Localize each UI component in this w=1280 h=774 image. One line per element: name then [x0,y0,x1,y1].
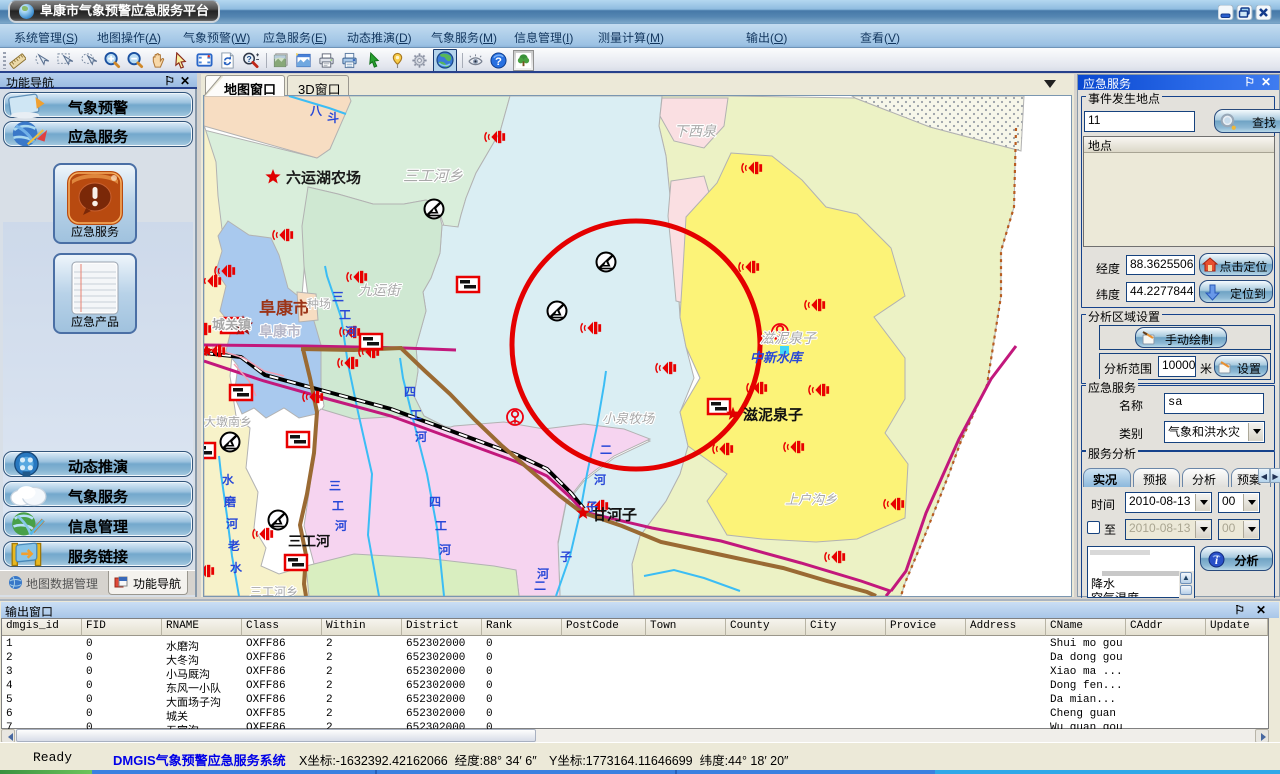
svg-text:滋泥泉子: 滋泥泉子 [760,328,817,348]
svg-text:?: ? [495,56,502,68]
svg-text:子: 子 [586,498,598,515]
svg-text:三工河乡: 三工河乡 [403,165,463,186]
svg-text:城关镇: 城关镇 [212,314,251,333]
svg-text:三工河乡: 三工河乡 [250,583,298,596]
svg-text:二: 二 [600,441,612,458]
svg-text:?: ? [246,54,251,64]
svg-text:四: 四 [404,383,416,400]
svg-text:二: 二 [534,577,546,594]
svg-text:三: 三 [332,288,344,305]
svg-text:磨: 磨 [223,493,237,510]
svg-text:种场: 种场 [307,295,331,312]
svg-text:小泉牧场: 小泉牧场 [602,408,655,427]
svg-text:工: 工 [410,406,422,423]
svg-text:工: 工 [339,306,351,323]
svg-text:四: 四 [429,493,441,510]
svg-text:中新水库: 中新水库 [750,347,805,366]
svg-text:三: 三 [329,477,341,494]
svg-text:水: 水 [222,471,235,488]
svg-text:阜康市: 阜康市 [259,294,310,319]
svg-text:水: 水 [230,559,243,576]
svg-text:河: 河 [345,323,357,340]
svg-text:老: 老 [227,537,240,554]
svg-text:河: 河 [335,517,347,534]
svg-text:河: 河 [439,541,451,558]
svg-text:子: 子 [560,548,572,565]
svg-text:斗: 斗 [327,109,339,126]
svg-text:工: 工 [435,517,447,534]
svg-text:河: 河 [594,471,606,488]
svg-text:八: 八 [309,102,323,119]
svg-text:阜康市: 阜康市 [259,321,301,341]
svg-text:工: 工 [332,497,344,514]
svg-text:河: 河 [226,515,238,532]
svg-text:滋泥泉子: 滋泥泉子 [743,404,803,425]
svg-text:河: 河 [415,428,427,445]
svg-text:三工河: 三工河 [288,531,330,551]
svg-text:大墩南乡: 大墩南乡 [204,413,252,430]
svg-text:甘河子: 甘河子 [592,504,637,525]
svg-text:下西泉: 下西泉 [674,121,717,141]
svg-text:上户沟乡: 上户沟乡 [785,489,837,508]
svg-text:九运街: 九运街 [358,280,402,300]
svg-text:六运湖农场: 六运湖农场 [286,167,361,188]
